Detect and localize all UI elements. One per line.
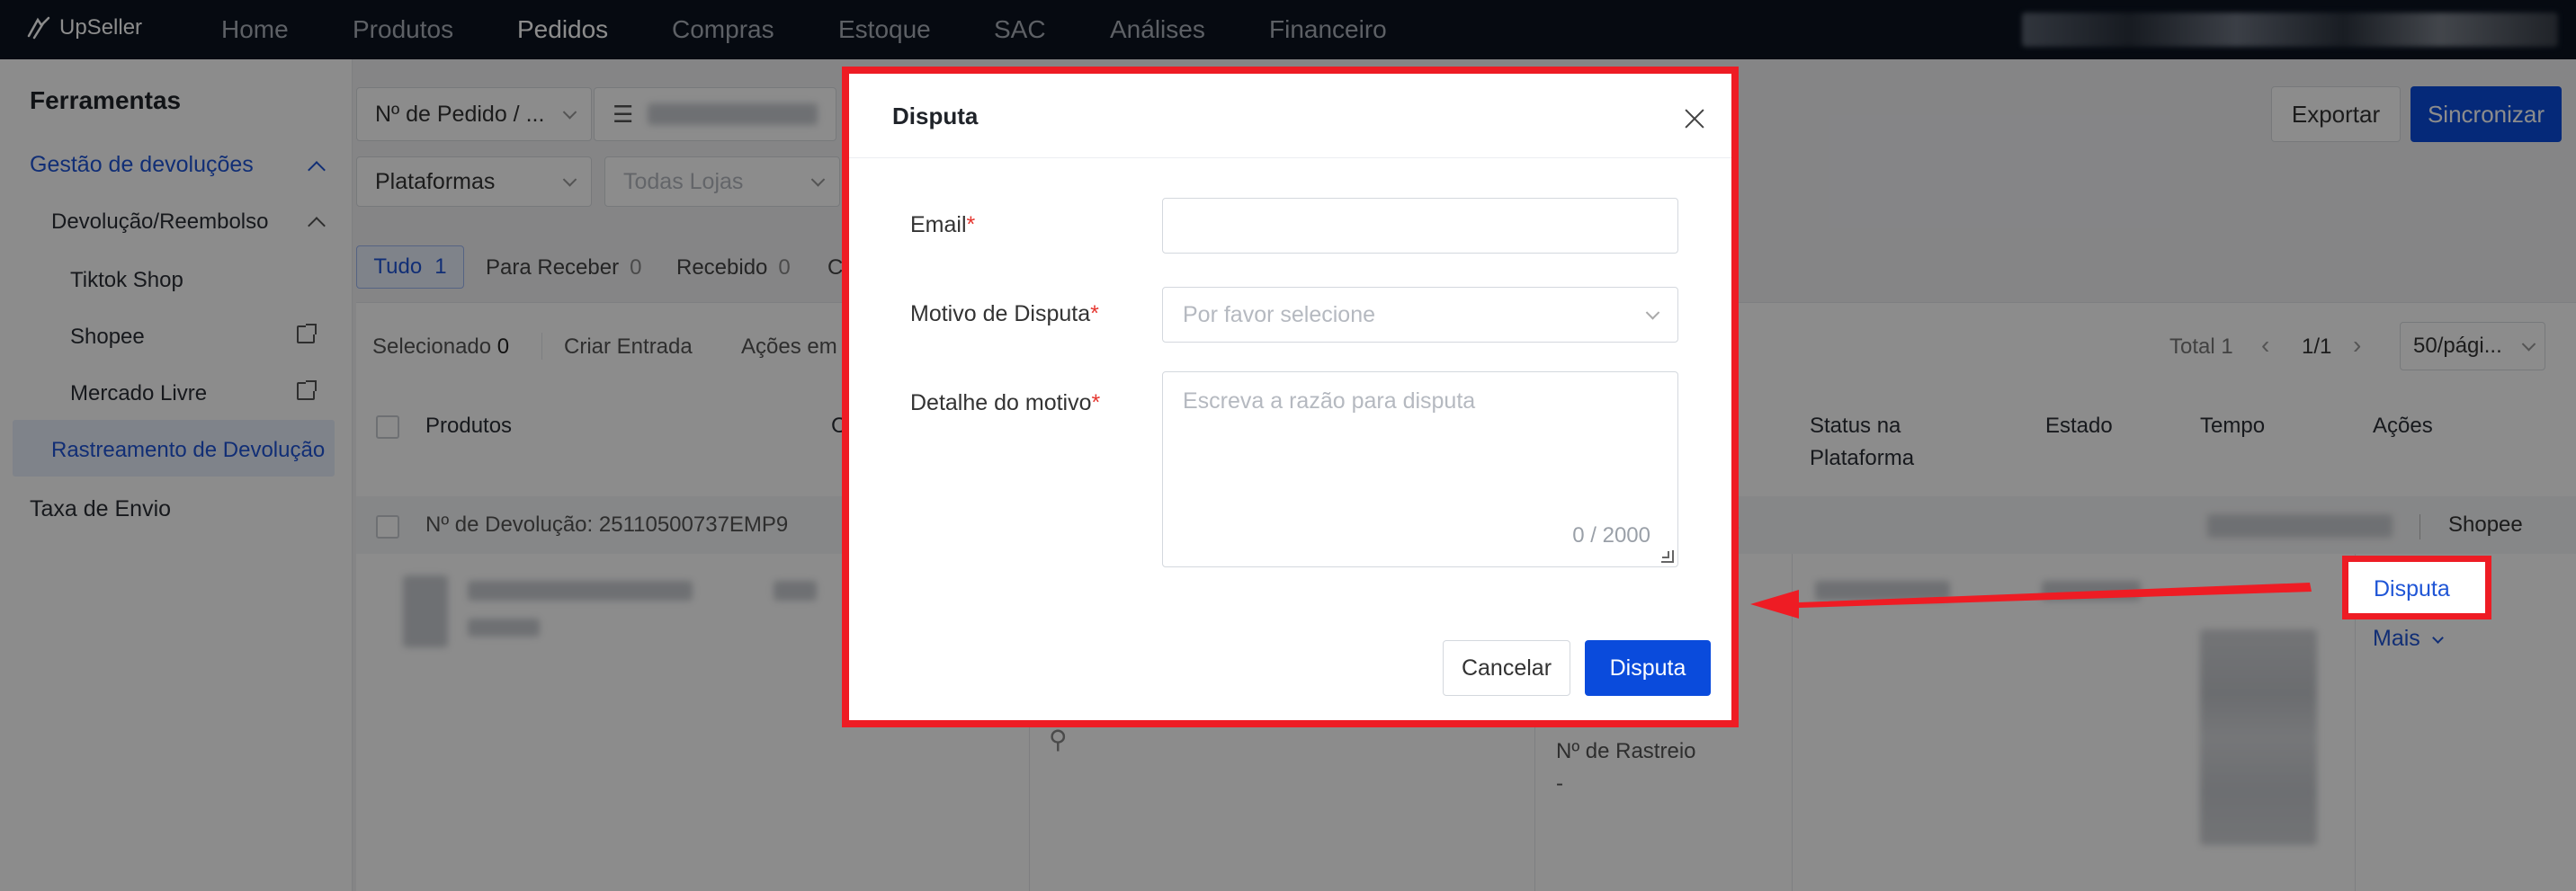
annotation-arrow-icon (1750, 583, 2312, 619)
cancel-button[interactable]: Cancelar (1443, 640, 1570, 696)
dispute-modal: Disputa Email* Motivo de Disputa* Por fa… (842, 67, 1739, 727)
detail-textarea[interactable]: Escreva a razão para disputa 0 / 2000 (1162, 371, 1678, 567)
submit-dispute-button[interactable]: Disputa (1585, 640, 1711, 696)
row-dispute-link[interactable]: Disputa (2374, 576, 2450, 602)
required-mark: * (966, 212, 976, 237)
detail-placeholder: Escreva a razão para disputa (1183, 388, 1476, 414)
chevron-down-icon (1645, 306, 1660, 320)
email-label-text: Email (910, 212, 967, 237)
email-label: Email* (910, 212, 975, 238)
character-counter: 0 / 2000 (1572, 523, 1650, 548)
reason-placeholder: Por favor selecione (1183, 301, 1376, 327)
dispute-reason-label: Motivo de Disputa* (910, 301, 1099, 327)
email-field[interactable] (1162, 198, 1678, 254)
dispute-reason-select[interactable]: Por favor selecione (1162, 287, 1678, 343)
resize-handle-icon[interactable] (1661, 550, 1674, 563)
required-mark: * (1091, 390, 1101, 415)
modal-header: Disputa (849, 74, 1731, 158)
dispute-action-highlight[interactable]: Disputa (2342, 556, 2491, 619)
detail-label-text: Detalhe do motivo (910, 390, 1092, 415)
required-mark: * (1090, 301, 1099, 326)
reason-label-text: Motivo de Disputa (910, 301, 1091, 326)
detail-label: Detalhe do motivo* (910, 390, 1100, 416)
modal-title: Disputa (892, 102, 979, 129)
close-icon[interactable] (1682, 106, 1707, 131)
